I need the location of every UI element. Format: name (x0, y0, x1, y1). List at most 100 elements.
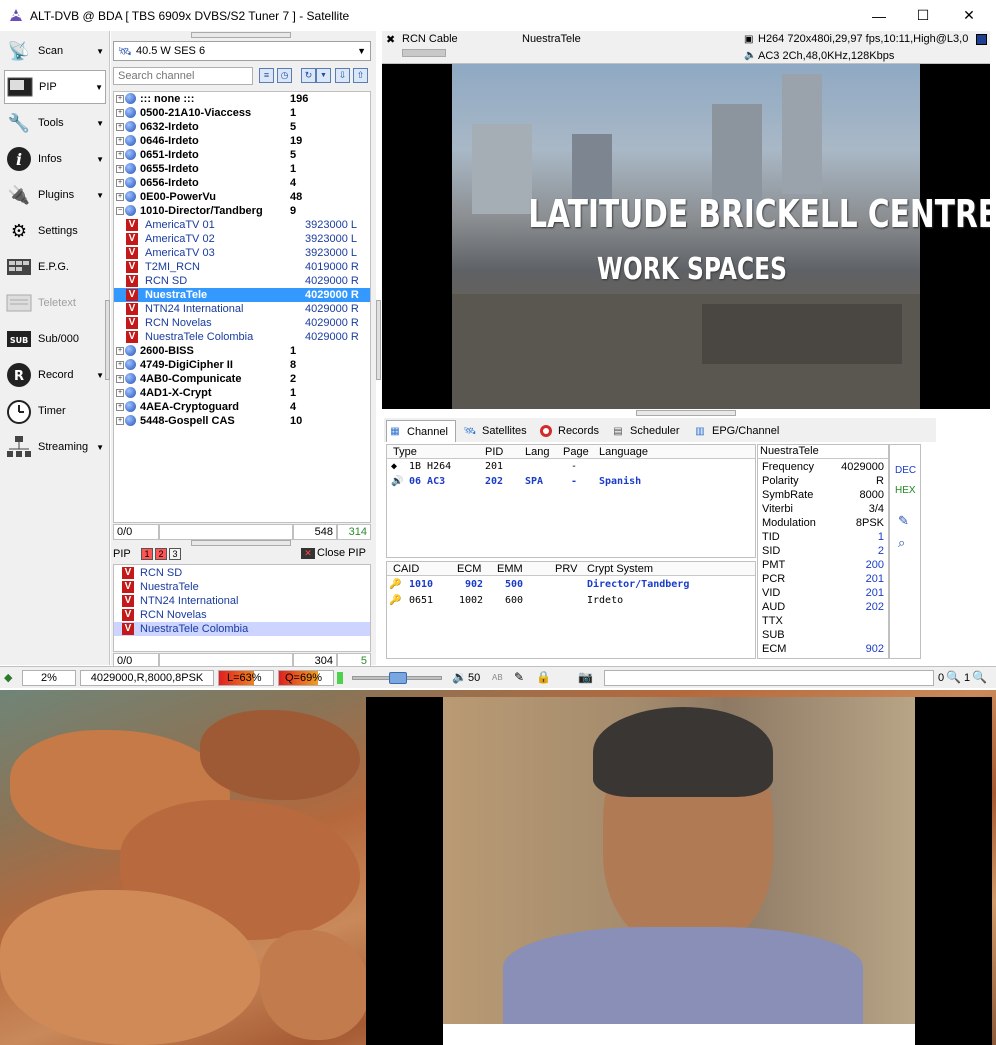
expand-icon[interactable]: + (116, 403, 124, 411)
table-row[interactable]: 🔑 1010 902 500 Director/Tandberg (387, 578, 755, 592)
tab-scheduler[interactable]: ▤ Scheduler (610, 420, 686, 442)
channel-item[interactable]: V AmericaTV 03 3923000 L (114, 246, 370, 260)
tree-group[interactable]: +4AB0-Compunicate 2 (114, 372, 370, 386)
channel-item[interactable]: V T2MI_RCN 4019000 R (114, 260, 370, 274)
tree-group[interactable]: +2600-BISS 1 (114, 344, 370, 358)
pip-channel-item[interactable]: V NTN24 International (114, 594, 370, 608)
tree-group[interactable]: +0632-Irdeto 5 (114, 120, 370, 134)
pip-slot-1-button[interactable]: 1 (141, 548, 153, 560)
collapse-icon[interactable]: − (116, 207, 124, 215)
search-input[interactable] (113, 67, 253, 85)
menu-item-settings[interactable]: ⚙ Settings (4, 214, 106, 248)
satellite-select[interactable]: 🛰 40.5 W SES 6 ▼ (113, 41, 371, 61)
splitter-handle[interactable] (191, 540, 291, 546)
close-button[interactable]: ✕ (946, 0, 992, 31)
table-row[interactable]: 🔊 06 AC3 202 SPA - Spanish (387, 475, 755, 489)
expand-icon[interactable]: + (116, 137, 124, 145)
tree-group[interactable]: +0E00-PowerVu 48 (114, 190, 370, 204)
expand-icon[interactable]: + (116, 347, 124, 355)
volume-track[interactable] (352, 672, 442, 684)
table-row[interactable]: ◆ 1B H264 201 - (387, 460, 755, 474)
dec-toggle[interactable]: DEC (895, 465, 916, 476)
edit-icon[interactable]: ✎ (898, 513, 909, 529)
menu-item-timer[interactable]: Timer (4, 394, 106, 428)
menu-item-streaming[interactable]: Streaming ▼ (4, 430, 106, 464)
menu-item-tools[interactable]: 🔧 Tools ▼ (4, 106, 106, 140)
list-view-icon[interactable]: ≡ (259, 68, 274, 83)
sort-up-icon[interactable]: ⇧ (353, 68, 368, 83)
pip-channel-item[interactable]: V RCN Novelas (114, 608, 370, 622)
zoom-icon[interactable]: 🔍 (946, 670, 961, 684)
channel-item[interactable]: V RCN SD 4029000 R (114, 274, 370, 288)
minimize-button[interactable]: — (856, 0, 902, 31)
tab-epg-channel[interactable]: ▥ EPG/Channel (692, 420, 782, 442)
tab-satellites[interactable]: 🛰 Satellites (462, 420, 534, 442)
menu-item-infos[interactable]: i Infos ▼ (4, 142, 106, 176)
hex-toggle[interactable]: HEX (895, 485, 916, 496)
expand-icon[interactable]: + (116, 109, 124, 117)
tree-group[interactable]: +0646-Irdeto 19 (114, 134, 370, 148)
channel-item[interactable]: V AmericaTV 02 3923000 L (114, 232, 370, 246)
channel-item-selected[interactable]: V NuestraTele 4029000 R (114, 288, 370, 302)
expand-icon[interactable]: + (116, 361, 124, 369)
refresh-icon[interactable]: ↻ (301, 68, 316, 83)
expand-icon[interactable]: + (116, 151, 124, 159)
expand-icon[interactable]: + (116, 417, 124, 425)
table-row[interactable]: 🔑 0651 1002 600 Irdeto (387, 594, 755, 608)
pip-channel-item[interactable]: V RCN SD (114, 566, 370, 580)
tree-group[interactable]: +4749-DigiCipher II 8 (114, 358, 370, 372)
menu-item-pip[interactable]: PIP ▼ (4, 70, 106, 104)
menu-item-plugins[interactable]: 🔌 Plugins ▼ (4, 178, 106, 212)
lock-icon[interactable]: 🔒 (536, 670, 551, 684)
close-pip-button[interactable]: ✕ Close PIP (301, 547, 366, 559)
tree-group[interactable]: +0651-Irdeto 5 (114, 148, 370, 162)
channel-item[interactable]: V NuestraTele Colombia 4029000 R (114, 330, 370, 344)
speaker-icon[interactable]: 🔉 (452, 670, 467, 684)
menu-item-record[interactable]: R Record ▼ (4, 358, 106, 392)
video-display[interactable]: LATITUDE BRICKELL CENTRE WORK SPACES (382, 64, 990, 409)
pip-channel-item-selected[interactable]: V NuestraTele Colombia (114, 622, 370, 636)
fullscreen-icon[interactable] (976, 34, 987, 45)
splitter-handle[interactable] (636, 410, 736, 416)
chevron-down-icon[interactable]: ▼ (316, 68, 331, 83)
sort-down-icon[interactable]: ⇩ (335, 68, 350, 83)
menu-item-teletext[interactable]: Teletext (4, 286, 106, 320)
tab-channel[interactable]: ▦ Channel (386, 420, 456, 442)
expand-icon[interactable]: + (116, 389, 124, 397)
maximize-button[interactable]: ☐ (900, 0, 946, 31)
cross-icon[interactable]: ✖ (386, 33, 395, 46)
expand-icon[interactable]: + (116, 95, 124, 103)
channel-item[interactable]: V NTN24 International 4029000 R (114, 302, 370, 316)
ab-button[interactable]: AB (492, 673, 503, 682)
tree-group[interactable]: −1010-Director/Tandberg 9 (114, 204, 370, 218)
zoom-out-icon[interactable]: 🔍 (972, 670, 987, 684)
tree-group[interactable]: +0656-Irdeto 4 (114, 176, 370, 190)
tree-group[interactable]: +0500-21A10-Viaccess 1 (114, 106, 370, 120)
expand-icon[interactable]: + (116, 165, 124, 173)
tree-group[interactable]: +::: none ::: 196 (114, 92, 370, 106)
tree-group[interactable]: +5448-Gospell CAS 10 (114, 414, 370, 428)
pip-channel-item[interactable]: V NuestraTele (114, 580, 370, 594)
left-splitter[interactable] (105, 300, 110, 380)
clock-icon[interactable]: ◷ (277, 68, 292, 83)
tab-records[interactable]: Records (538, 420, 606, 442)
menu-item-subtitles[interactable]: SUB Sub/000 (4, 322, 106, 356)
pip-slot-2-button[interactable]: 2 (155, 548, 167, 560)
tree-group[interactable]: +0655-Irdeto 1 (114, 162, 370, 176)
volume-thumb[interactable] (389, 672, 407, 684)
expand-icon[interactable]: + (116, 193, 124, 201)
expand-icon[interactable]: + (116, 179, 124, 187)
menu-item-scan[interactable]: 📡 Scan ▼ (4, 34, 106, 68)
camera-icon[interactable]: 📷 (578, 670, 593, 684)
expand-icon[interactable]: + (116, 375, 124, 383)
channel-item[interactable]: V RCN Novelas 4029000 R (114, 316, 370, 330)
tree-group[interactable]: +4AD1-X-Crypt 1 (114, 386, 370, 400)
splitter-handle[interactable] (191, 32, 291, 38)
right-splitter[interactable] (376, 300, 381, 380)
pip-slot-3-button[interactable]: 3 (169, 548, 181, 560)
menu-item-epg[interactable]: E.P.G. (4, 250, 106, 284)
pip-video-display[interactable] (366, 697, 992, 1045)
expand-icon[interactable]: + (116, 123, 124, 131)
magnifier-icon[interactable]: ⌕ (898, 535, 905, 551)
channel-item[interactable]: V AmericaTV 01 3923000 L (114, 218, 370, 232)
